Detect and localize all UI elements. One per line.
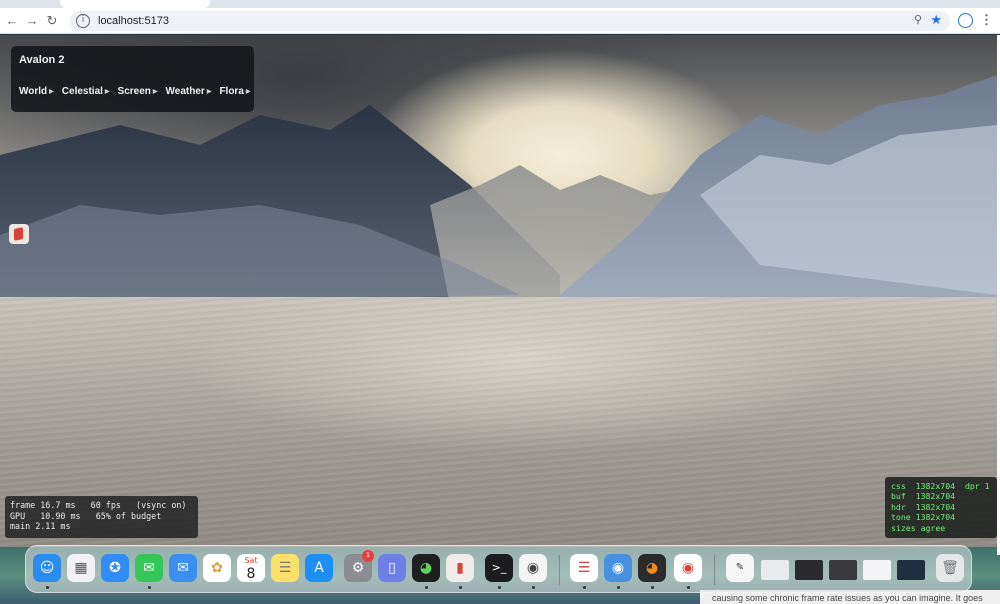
calendar-icon[interactable]: Sat 8	[237, 554, 265, 582]
minimized-window-4[interactable]	[863, 560, 891, 580]
address-url[interactable]: localhost:5173	[98, 14, 169, 28]
browser-menu-icon[interactable]: ⋮	[980, 12, 993, 28]
messages-icon[interactable]: ✉	[135, 554, 163, 582]
photos-icon[interactable]: ✿	[203, 554, 231, 582]
dock-separator	[714, 555, 715, 585]
chevron-right-icon: ▶	[104, 88, 110, 95]
running-indicator	[425, 586, 428, 589]
bookmark-star-icon[interactable]: ★	[930, 12, 942, 28]
running-indicator	[532, 586, 535, 589]
zoom-icon[interactable]: ⚲	[914, 13, 922, 26]
finder-icon[interactable]: ☺	[33, 554, 61, 582]
back-arrow-icon[interactable]: ←	[3, 12, 21, 30]
minimized-window-2[interactable]	[795, 560, 823, 580]
menu-world[interactable]: World ▶	[19, 86, 54, 97]
mail-icon[interactable]: ✉	[169, 554, 197, 582]
stats-gpu: GPU 10.90 ms 65% of budget	[10, 510, 162, 521]
sizes-tone: tone 1382x704	[891, 512, 956, 523]
menu-weather[interactable]: Weather ▶	[166, 86, 212, 97]
dock: ☺ ▦ ✪ ✉ ✉ ✿ Sat 8 ☰ A ⚙ ▯ ◕ ▮ >_ ◉ ☰ ◉ ◕ …	[25, 545, 972, 593]
address-bar[interactable]: i localhost:5173 ⚲ ★	[70, 11, 950, 31]
blender-icon[interactable]: ◕	[638, 554, 666, 582]
profile-icon[interactable]	[958, 13, 973, 28]
chevron-right-icon: ▶	[206, 88, 212, 95]
background-window-line: causing some chronic frame rate issues a…	[712, 593, 983, 603]
activity-monitor-icon[interactable]: ◕	[412, 554, 440, 582]
chevron-right-icon: ▶	[152, 88, 158, 95]
reload-icon[interactable]: ↻	[43, 12, 61, 30]
tab-strip	[0, 0, 1000, 8]
menu-celestial[interactable]: Celestial ▶	[62, 86, 110, 97]
active-tab[interactable]	[60, 0, 210, 8]
menu-flora[interactable]: Flora ▶	[219, 86, 250, 97]
minimized-window-1[interactable]	[761, 560, 789, 580]
reminders-icon[interactable]: ☰	[570, 554, 598, 582]
running-indicator	[498, 586, 501, 589]
menu-flora-label: Flora	[219, 86, 244, 97]
running-indicator	[459, 586, 462, 589]
downloads-folder-icon[interactable]: ✎	[726, 554, 754, 582]
sizes-hdr: hdr 1382x704	[891, 501, 956, 512]
menu-screen[interactable]: Screen ▶	[118, 86, 158, 97]
minimized-window-3[interactable]	[829, 560, 857, 580]
simulator-icon[interactable]: ▯	[378, 554, 406, 582]
buffer-sizes-overlay: css 1382x704 dpr 1 buf 1382x704 hdr 1382x7…	[885, 477, 997, 538]
dock-separator	[559, 555, 560, 585]
running-indicator	[46, 586, 49, 589]
app-menu-panel: Avalon 2 World ▶ Celestial ▶ Screen ▶ Weath…	[11, 46, 254, 112]
sizes-status: sizes agree	[891, 522, 946, 533]
menu-bar: World ▶ Celestial ▶ Screen ▶ Weather ▶ Flora…	[19, 86, 251, 97]
chevron-right-icon: ▶	[245, 88, 251, 95]
stats-main: main 2.11 ms	[10, 521, 71, 531]
trash-icon[interactable]: 🗑	[936, 554, 964, 582]
chevron-right-icon: ▶	[49, 88, 54, 95]
app-store-icon[interactable]: A	[305, 554, 333, 582]
running-indicator	[651, 586, 654, 589]
menu-weather-label: Weather	[165, 86, 205, 97]
menu-world-label: World	[19, 86, 48, 97]
app-title: Avalon 2	[19, 54, 65, 66]
forward-arrow-icon[interactable]: →	[23, 12, 41, 30]
running-indicator	[687, 586, 690, 589]
perf-stats-overlay: frame 16.7 ms 60 fps (vsync on) GPU 10.90…	[5, 496, 198, 538]
site-info-icon[interactable]: i	[76, 14, 90, 28]
developer-app-icon[interactable]: ▮	[446, 554, 474, 582]
sizes-css: css 1382x704 dpr 1	[891, 481, 990, 491]
calendar-month: Sat	[244, 556, 258, 565]
running-indicator	[583, 586, 586, 589]
safari-icon[interactable]: ✪	[101, 554, 129, 582]
minimized-window-5[interactable]	[897, 560, 925, 580]
menu-screen-label: Screen	[117, 86, 151, 97]
screenshot-icon[interactable]: ◉	[519, 554, 547, 582]
menu-celestial-label: Celestial	[61, 86, 103, 97]
settings-notification-badge: 1	[362, 550, 374, 562]
chrome-icon[interactable]: ◉	[674, 554, 702, 582]
automator-icon[interactable]: ◉	[604, 554, 632, 582]
browser-toolbar: ← → ↻ i localhost:5173 ⚲ ★ ⋮	[0, 8, 1000, 34]
extension-icon[interactable]	[9, 224, 29, 244]
launchpad-icon[interactable]: ▦	[67, 554, 95, 582]
terminal-icon[interactable]: >_	[485, 554, 513, 582]
calendar-day: 8	[246, 566, 256, 582]
notes-icon[interactable]: ☰	[271, 554, 299, 582]
stats-frame: frame 16.7 ms 60 fps (vsync on)	[10, 500, 187, 510]
running-indicator	[617, 586, 620, 589]
sizes-buf: buf 1382x704	[891, 491, 956, 502]
running-indicator	[148, 586, 151, 589]
